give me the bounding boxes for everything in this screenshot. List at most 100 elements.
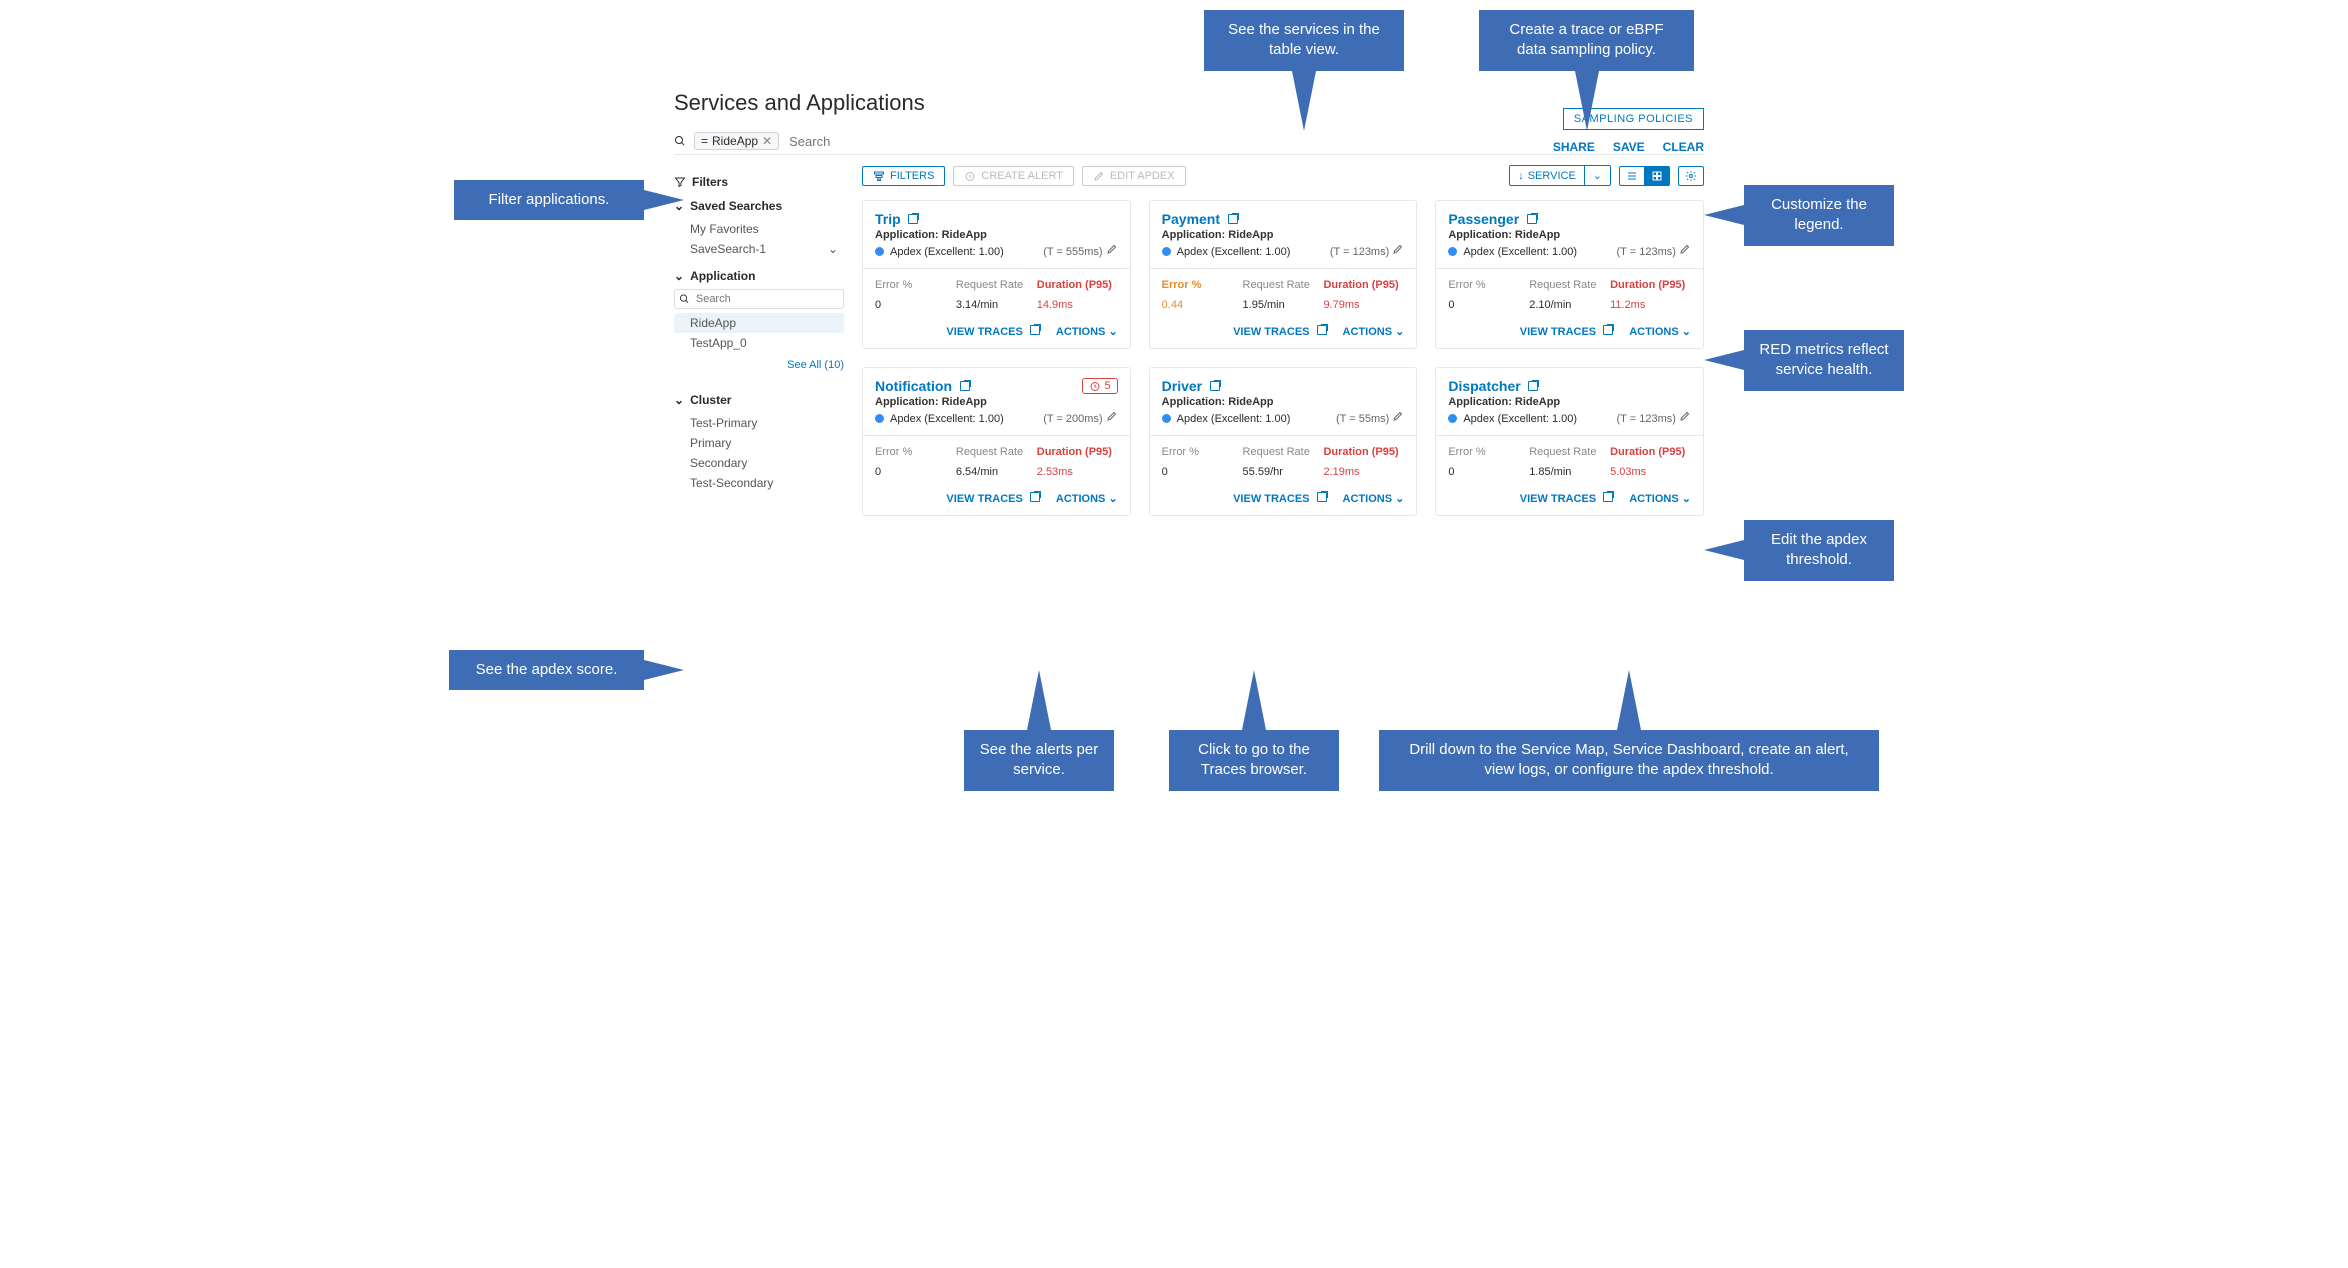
actions-dropdown[interactable]: ACTIONS ⌄ bbox=[1056, 492, 1118, 505]
filter-icon bbox=[873, 170, 885, 182]
duration-value: 2.19ms bbox=[1323, 466, 1404, 478]
alert-badge[interactable]: 5 bbox=[1082, 378, 1118, 394]
pencil-icon[interactable] bbox=[1392, 410, 1404, 422]
actions-dropdown[interactable]: ACTIONS ⌄ bbox=[1343, 325, 1405, 338]
view-traces-link[interactable]: VIEW TRACES bbox=[1520, 325, 1613, 338]
sidebar-item-rideapp[interactable]: RideApp bbox=[674, 313, 844, 333]
clear-link[interactable]: CLEAR bbox=[1663, 140, 1704, 154]
error-header: Error % bbox=[1162, 279, 1243, 291]
actions-dropdown[interactable]: ACTIONS ⌄ bbox=[1629, 492, 1691, 505]
actions-dropdown[interactable]: ACTIONS ⌄ bbox=[1056, 325, 1118, 338]
filter-chip[interactable]: = RideApp ✕ bbox=[694, 132, 779, 150]
service-card: Trip Application: RideApp Apdex (Excellen… bbox=[862, 200, 1131, 349]
actions-dropdown[interactable]: ACTIONS ⌄ bbox=[1629, 325, 1691, 338]
service-name-link[interactable]: Passenger bbox=[1448, 211, 1519, 227]
rate-value: 55.59/hr bbox=[1243, 466, 1324, 478]
view-traces-link[interactable]: VIEW TRACES bbox=[1233, 325, 1326, 338]
chevron-down-icon: ⌄ bbox=[1108, 326, 1117, 338]
rate-header: Request Rate bbox=[956, 279, 1037, 291]
application-search-input[interactable] bbox=[694, 292, 839, 306]
rate-header: Request Rate bbox=[1243, 446, 1324, 458]
filters-heading: Filters bbox=[674, 175, 844, 189]
duration-header: Duration (P95) bbox=[1610, 446, 1691, 458]
view-traces-link[interactable]: VIEW TRACES bbox=[1233, 492, 1326, 505]
chevron-down-icon: ⌄ bbox=[828, 242, 838, 256]
error-header: Error % bbox=[1448, 279, 1529, 291]
duration-value: 9.79ms bbox=[1323, 299, 1404, 311]
external-link-icon bbox=[1030, 492, 1040, 502]
sidebar-item-test-secondary[interactable]: Test-Secondary bbox=[674, 473, 844, 493]
threshold-label: (T = 55ms) bbox=[1336, 410, 1404, 425]
service-name-link[interactable]: Payment bbox=[1162, 211, 1220, 227]
search-icon bbox=[674, 135, 686, 147]
grid-view-button[interactable] bbox=[1645, 167, 1669, 185]
chevron-down-icon: ⌄ bbox=[674, 393, 684, 407]
callout-thr: Edit the apdex threshold. bbox=[1744, 520, 1894, 581]
save-link[interactable]: SAVE bbox=[1613, 140, 1645, 154]
service-card: Payment Application: RideAppApdex (Excel… bbox=[1149, 200, 1418, 349]
service-name-link[interactable]: Dispatcher bbox=[1448, 378, 1520, 394]
funnel-icon bbox=[674, 176, 686, 188]
sidebar-item-myfavorites[interactable]: My Favorites bbox=[674, 219, 844, 239]
external-link-icon[interactable] bbox=[1228, 214, 1238, 224]
error-value: 0 bbox=[1448, 299, 1529, 311]
see-all-link[interactable]: See All (10) bbox=[674, 359, 844, 371]
pencil-icon bbox=[1093, 170, 1105, 182]
application-label: Application: RideApp bbox=[875, 229, 1118, 241]
external-link-icon[interactable] bbox=[908, 214, 918, 224]
search-bar: = RideApp ✕ bbox=[674, 128, 1704, 155]
list-view-button[interactable] bbox=[1620, 167, 1645, 185]
sort-dropdown[interactable]: ↓SERVICE ⌄ bbox=[1509, 165, 1611, 186]
external-link-icon[interactable] bbox=[1210, 381, 1220, 391]
sidebar: Filters ⌄ Saved Searches My Favorites Sa… bbox=[674, 165, 844, 516]
service-name-link[interactable]: Trip bbox=[875, 211, 901, 227]
view-traces-link[interactable]: VIEW TRACES bbox=[946, 492, 1039, 505]
duration-header: Duration (P95) bbox=[1323, 446, 1404, 458]
sidebar-item-primary[interactable]: Primary bbox=[674, 433, 844, 453]
pencil-icon[interactable] bbox=[1392, 243, 1404, 255]
cluster-heading[interactable]: ⌄ Cluster bbox=[674, 393, 844, 407]
sidebar-item-testapp0[interactable]: TestApp_0 bbox=[674, 333, 844, 353]
sidebar-item-savesearch1[interactable]: SaveSearch-1⌄ bbox=[674, 239, 844, 259]
duration-header: Duration (P95) bbox=[1037, 446, 1118, 458]
chevron-down-icon[interactable]: ⌄ bbox=[1585, 166, 1610, 185]
apdex-score: Apdex (Excellent: 1.00) bbox=[875, 413, 1004, 425]
service-name-link[interactable]: Driver bbox=[1162, 378, 1202, 394]
pencil-icon[interactable] bbox=[1106, 243, 1118, 255]
actions-dropdown[interactable]: ACTIONS ⌄ bbox=[1343, 492, 1405, 505]
share-link[interactable]: SHARE bbox=[1553, 140, 1595, 154]
external-link-icon[interactable] bbox=[1527, 214, 1537, 224]
service-card: Driver Application: RideAppApdex (Excell… bbox=[1149, 367, 1418, 516]
sidebar-item-test-primary[interactable]: Test-Primary bbox=[674, 413, 844, 433]
sidebar-item-secondary[interactable]: Secondary bbox=[674, 453, 844, 473]
application-heading[interactable]: ⌄ Application bbox=[674, 269, 844, 283]
chevron-down-icon: ⌄ bbox=[1682, 493, 1691, 505]
rate-header: Request Rate bbox=[956, 446, 1037, 458]
alarm-icon bbox=[1089, 380, 1101, 392]
settings-button[interactable] bbox=[1678, 166, 1704, 186]
apdex-score: Apdex (Excellent: 1.00) bbox=[875, 246, 1004, 258]
service-card: Passenger Application: RideAppApdex (Exc… bbox=[1435, 200, 1704, 349]
alarm-icon bbox=[964, 170, 976, 182]
pencil-icon[interactable] bbox=[1679, 410, 1691, 422]
filters-button[interactable]: FILTERS bbox=[862, 166, 945, 186]
chip-label: RideApp bbox=[712, 134, 758, 148]
page-title: Services and Applications bbox=[674, 90, 1704, 116]
external-link-icon bbox=[1030, 325, 1040, 335]
pencil-icon[interactable] bbox=[1106, 410, 1118, 422]
rate-header: Request Rate bbox=[1529, 279, 1610, 291]
view-traces-link[interactable]: VIEW TRACES bbox=[946, 325, 1039, 338]
callout-actions: Drill down to the Service Map, Service D… bbox=[1379, 730, 1879, 791]
saved-searches-heading[interactable]: ⌄ Saved Searches bbox=[674, 199, 844, 213]
close-icon[interactable]: ✕ bbox=[762, 134, 772, 148]
application-search[interactable] bbox=[674, 289, 844, 309]
external-link-icon[interactable] bbox=[960, 381, 970, 391]
view-traces-link[interactable]: VIEW TRACES bbox=[1520, 492, 1613, 505]
error-value: 0 bbox=[1448, 466, 1529, 478]
rate-header: Request Rate bbox=[1243, 279, 1324, 291]
service-name-link[interactable]: Notification bbox=[875, 378, 952, 394]
rate-value: 6.54/min bbox=[956, 466, 1037, 478]
pencil-icon[interactable] bbox=[1679, 243, 1691, 255]
gear-icon bbox=[1685, 170, 1697, 182]
external-link-icon[interactable] bbox=[1528, 381, 1538, 391]
